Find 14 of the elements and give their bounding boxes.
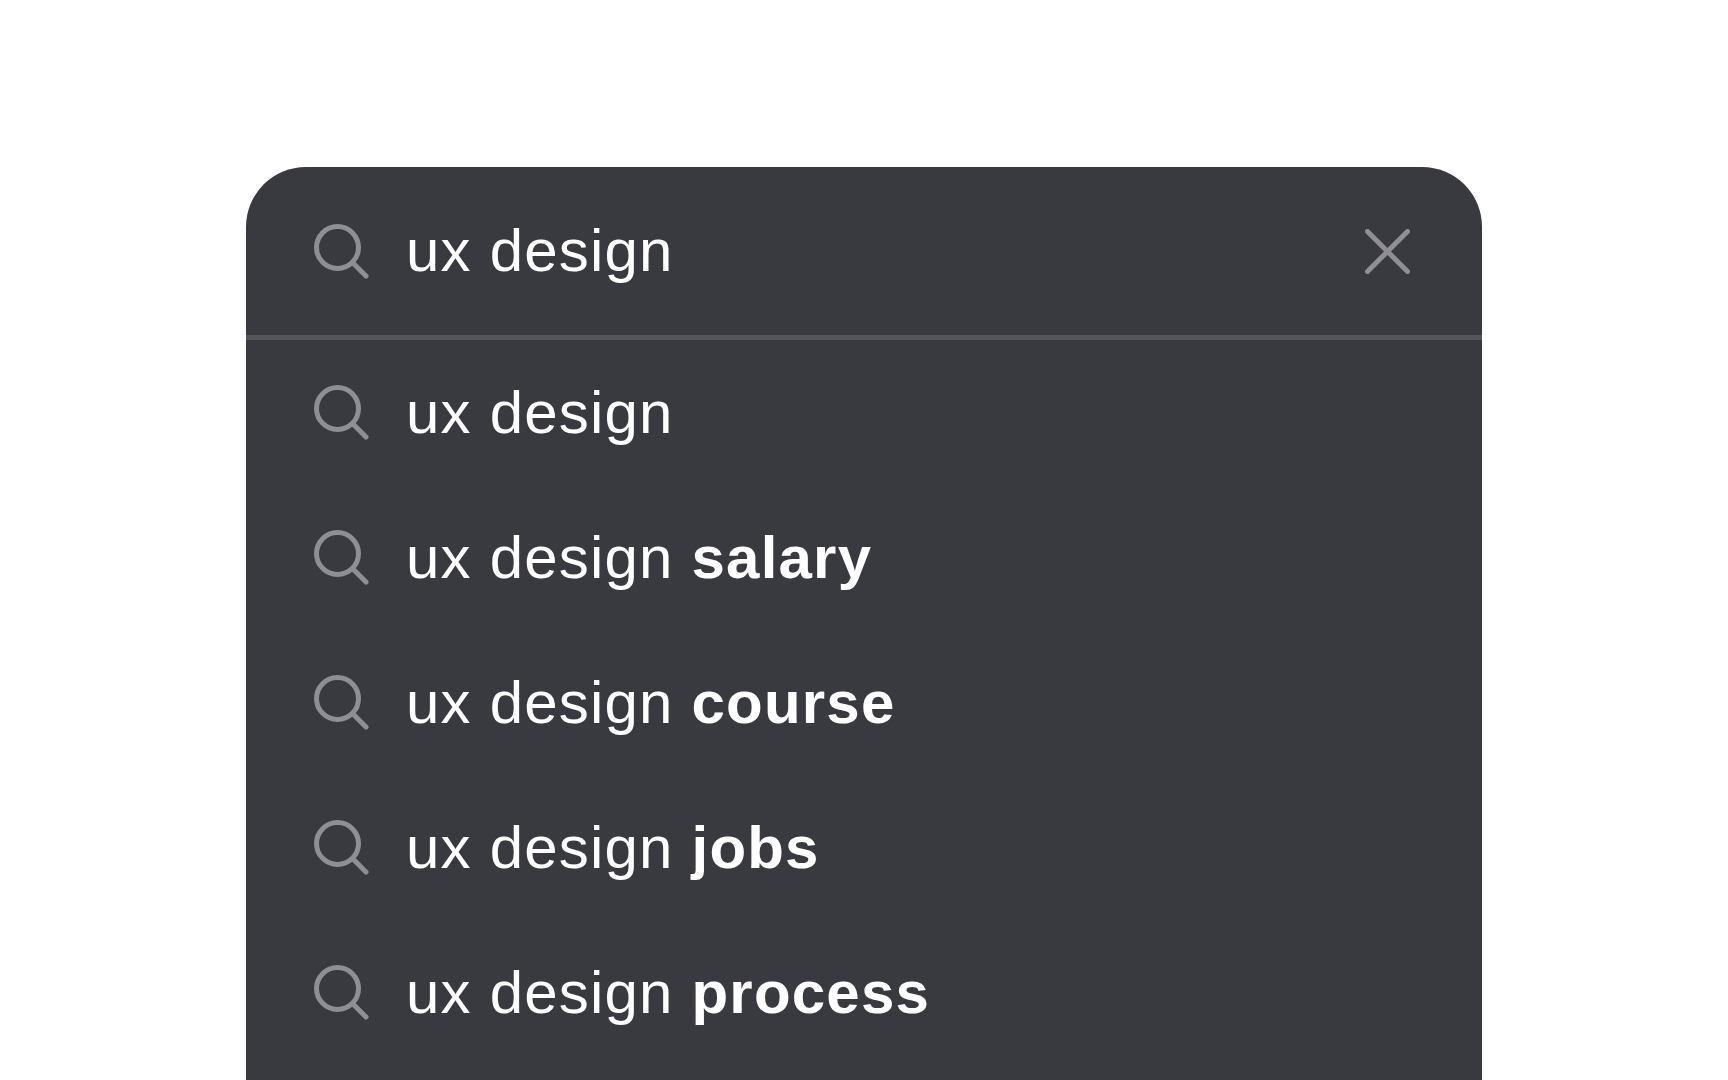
clear-button[interactable] bbox=[1365, 228, 1410, 274]
search-icon bbox=[314, 820, 369, 875]
search-icon bbox=[314, 385, 369, 440]
search-field[interactable]: ux design bbox=[406, 211, 1335, 291]
suggestion-item[interactable]: ux design process bbox=[246, 920, 1482, 1065]
search-icon bbox=[314, 223, 369, 279]
suggestion-item[interactable]: ux design course bbox=[246, 630, 1482, 775]
close-icon bbox=[1365, 228, 1410, 274]
suggestion-item[interactable]: ux design jobs bbox=[246, 775, 1482, 920]
suggestion-item[interactable]: ux design salary bbox=[246, 485, 1482, 630]
search-icon bbox=[314, 530, 369, 585]
suggestion-item[interactable]: ux design bbox=[246, 340, 1482, 485]
search-icon bbox=[314, 965, 369, 1020]
search-icon bbox=[314, 675, 369, 730]
